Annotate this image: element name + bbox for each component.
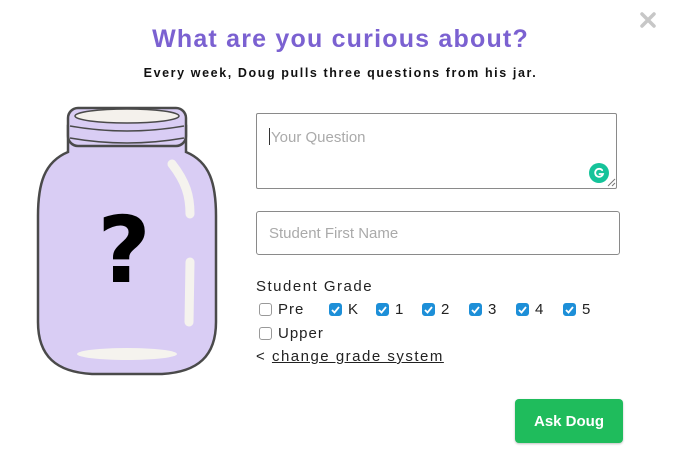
grade-label-3: 3 [488,301,498,318]
checkbox-unchecked[interactable] [259,327,272,340]
grade-option-1[interactable]: 1 [376,301,404,318]
checkbox-checked[interactable] [469,303,482,316]
grade-option-3[interactable]: 3 [469,301,497,318]
modal-subtitle: Every week, Doug pulls three questions f… [143,66,538,80]
checkbox-unchecked[interactable] [259,303,272,316]
modal-title: What are you curious about? [152,25,529,53]
grade-label-upper: Upper [278,325,324,342]
ask-doug-button[interactable]: Ask Doug [515,399,623,443]
checkbox-checked[interactable] [329,303,342,316]
change-grade-system: < change grade system [256,348,444,365]
jar-illustration: ? [36,106,218,376]
grade-option-2[interactable]: 2 [422,301,450,318]
checkbox-checked[interactable] [422,303,435,316]
grade-label-pre: Pre [278,301,305,318]
checkbox-checked[interactable] [563,303,576,316]
checkbox-checked[interactable] [376,303,389,316]
change-prefix: < [256,348,267,365]
question-placeholder: Your Question [271,129,366,146]
question-mark-symbol: ? [97,197,150,304]
text-caret [269,128,270,145]
grade-label-5: 5 [582,301,592,318]
change-grade-system-link[interactable]: change grade system [272,348,444,365]
grade-option-k[interactable]: K [329,301,359,318]
student-first-name-input[interactable]: Student First Name [256,211,620,255]
grade-label-2: 2 [441,301,451,318]
resize-handle-icon[interactable] [607,178,616,187]
name-placeholder: Student First Name [269,224,399,242]
grammarly-icon[interactable] [589,163,609,183]
question-textarea[interactable]: Your Question [256,113,617,189]
grade-label-4: 4 [535,301,545,318]
grade-option-pre[interactable]: Pre [259,301,304,318]
student-grade-label: Student Grade [256,278,374,295]
grade-option-upper[interactable]: Upper [259,325,324,342]
checkbox-checked[interactable] [516,303,529,316]
grade-option-5[interactable]: 5 [563,301,591,318]
grade-label-1: 1 [395,301,405,318]
grade-option-4[interactable]: 4 [516,301,544,318]
grade-label-k: K [348,301,360,318]
